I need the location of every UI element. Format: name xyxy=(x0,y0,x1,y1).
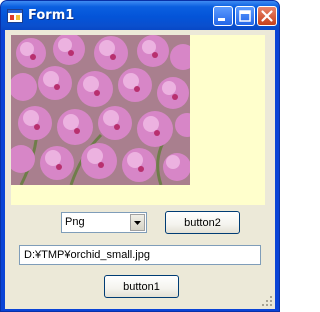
maximize-icon xyxy=(239,10,251,22)
title-bar[interactable]: Form1 xyxy=(1,1,279,30)
minimize-icon xyxy=(218,18,225,21)
resize-grip-icon[interactable] xyxy=(261,295,273,307)
format-combo-value: Png xyxy=(65,216,85,228)
path-textbox[interactable]: D:¥TMP¥orchid_small.jpg xyxy=(19,245,261,265)
minimize-button[interactable] xyxy=(213,6,233,26)
combo-dropdown-button[interactable] xyxy=(130,214,145,231)
picture-box xyxy=(11,35,265,205)
button1-label: button1 xyxy=(123,280,160,293)
window-title: Form1 xyxy=(28,8,75,23)
close-icon xyxy=(261,10,273,22)
form-client-area: Png button2 D:¥TMP¥orchid_small.jpg butt… xyxy=(5,30,275,309)
button2[interactable]: button2 xyxy=(165,211,240,234)
close-button[interactable] xyxy=(257,6,277,26)
format-combo[interactable]: Png xyxy=(61,212,147,233)
button1[interactable]: button1 xyxy=(104,275,179,298)
form1-window: Form1 Png button2 D:¥TMP¥orchid_small.jp… xyxy=(0,0,280,312)
app-icon xyxy=(7,9,23,23)
path-textbox-value: D:¥TMP¥orchid_small.jpg xyxy=(24,249,150,261)
maximize-button[interactable] xyxy=(235,6,255,26)
button2-label: button2 xyxy=(184,216,221,229)
orchid-photo xyxy=(11,35,190,185)
chevron-down-icon xyxy=(134,221,141,225)
